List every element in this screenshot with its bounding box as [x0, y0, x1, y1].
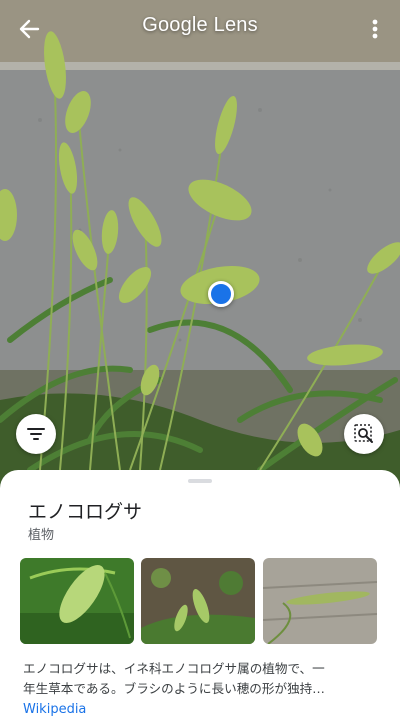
description-line: 年生草本である。ブラシのように長い穂の形が独持…	[23, 681, 325, 696]
foxtail-in-garden-image	[141, 558, 255, 644]
search-region-button[interactable]	[344, 414, 384, 454]
top-app-bar: Google Lens	[0, 0, 400, 58]
result-description: エノコログサは、イネ科エノコログサ属の植物で、一 年生草本である。ブラシのように…	[23, 659, 377, 699]
thumbnail-foxtail-in-garden[interactable]	[141, 558, 255, 644]
filter-button[interactable]	[16, 414, 56, 454]
filter-list-icon	[27, 428, 45, 440]
camera-viewfinder[interactable]: Google Lens	[0, 0, 400, 490]
foxtail-on-pavement-image	[263, 558, 377, 644]
result-title: エノコログサ	[28, 501, 143, 523]
description-line: エノコログサは、イネ科エノコログサ属の植物で、一	[23, 661, 325, 676]
more-options-button[interactable]	[362, 12, 388, 46]
results-bottom-sheet[interactable]: エノコログサ 植物 エノコログサは、イネ科エノコログサ属の植物で、一 年生草本で…	[0, 470, 400, 725]
focus-dot[interactable]	[208, 281, 234, 307]
foxtail-close-up-image	[20, 558, 134, 644]
image-thumbnails	[20, 558, 380, 644]
foxtail-grass-scene	[0, 0, 400, 490]
result-category: 植物	[28, 528, 55, 543]
search-region-icon	[354, 424, 373, 443]
thumbnail-foxtail-on-pavement[interactable]	[263, 558, 377, 644]
sheet-drag-handle[interactable]	[188, 479, 212, 483]
source-link[interactable]: Wikipedia	[23, 702, 86, 717]
more-vert-icon	[372, 19, 378, 39]
app-title: Google Lens	[142, 14, 258, 36]
thumbnail-foxtail-close-up[interactable]	[20, 558, 134, 644]
